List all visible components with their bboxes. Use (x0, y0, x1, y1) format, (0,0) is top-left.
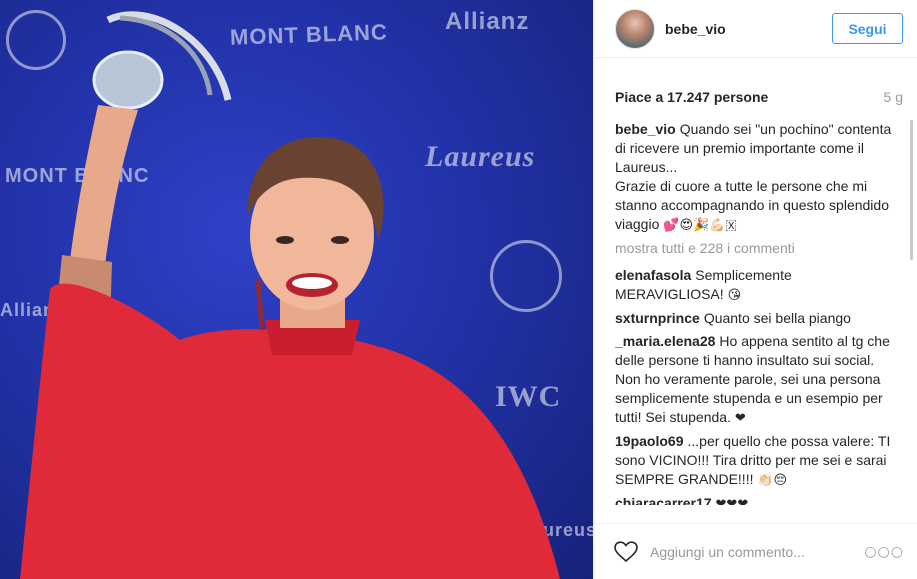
athlete-figure (20, 11, 560, 579)
comment-username[interactable]: elenafasola (615, 267, 691, 283)
list-item: elenafasola Semplicemente MERAVIGLIOSA! 😘 (615, 266, 903, 305)
avatar[interactable] (615, 8, 655, 49)
post-sidebar: bebe_vio Segui Piace a 17.247 persone 5 … (593, 0, 917, 579)
follow-button[interactable]: Segui (832, 13, 903, 44)
list-item: 19paolo69 ...per quello che possa valere:… (615, 432, 903, 490)
author-username[interactable]: bebe_vio (665, 21, 726, 37)
scrollbar[interactable] (910, 120, 913, 260)
comment-username[interactable]: 19paolo69 (615, 433, 683, 449)
comment-text: Quanto sei bella piango (703, 310, 851, 326)
comment-emoji: 👏🏻😔 (757, 473, 788, 488)
comment-emoji: 😘 (727, 288, 742, 303)
instagram-post: MONT BLANC Allianz Laureus MONT BLANC IW… (0, 0, 917, 579)
show-all-comments-link[interactable]: mostra tutti e 228 i commenti (615, 239, 903, 258)
list-item: _maria.elena28 Ho appena sentito al tg ch… (615, 332, 903, 428)
comments-list: bebe_vio Quando sei "un pochino" contenta… (615, 120, 903, 505)
comment-username[interactable]: chiaracarrer17 (615, 495, 712, 505)
comment-username[interactable]: _maria.elena28 (615, 333, 715, 349)
trophy-icon (92, 11, 232, 110)
post-photo[interactable]: MONT BLANC Allianz Laureus MONT BLANC IW… (0, 0, 593, 579)
comment-emoji: ❤❤❤ (715, 497, 749, 505)
caption: bebe_vio Quando sei "un pochino" contenta… (615, 120, 903, 235)
caption-emoji: 💕😍🎉💪🏻🇽 (663, 218, 737, 233)
comment-bar: ○○○ (594, 523, 917, 579)
post-header: bebe_vio Segui (594, 0, 917, 58)
likes-row: Piace a 17.247 persone 5 g (615, 83, 903, 111)
more-options-icon[interactable]: ○○○ (864, 544, 904, 560)
comment-emoji: ❤ (734, 411, 746, 426)
list-item: chiaracarrer17 ❤❤❤ (615, 494, 903, 505)
likes-count[interactable]: Piace a 17.247 persone (615, 89, 768, 105)
caption-username[interactable]: bebe_vio (615, 121, 676, 137)
comment-input[interactable] (650, 543, 850, 560)
list-item: sxturnprince Quanto sei bella piango (615, 309, 903, 328)
caption-text-2: Grazie di cuore a tutte le persone che m… (615, 178, 889, 232)
timestamp[interactable]: 5 g (884, 89, 903, 105)
comment-username[interactable]: sxturnprince (615, 310, 700, 326)
heart-icon[interactable] (614, 540, 638, 563)
